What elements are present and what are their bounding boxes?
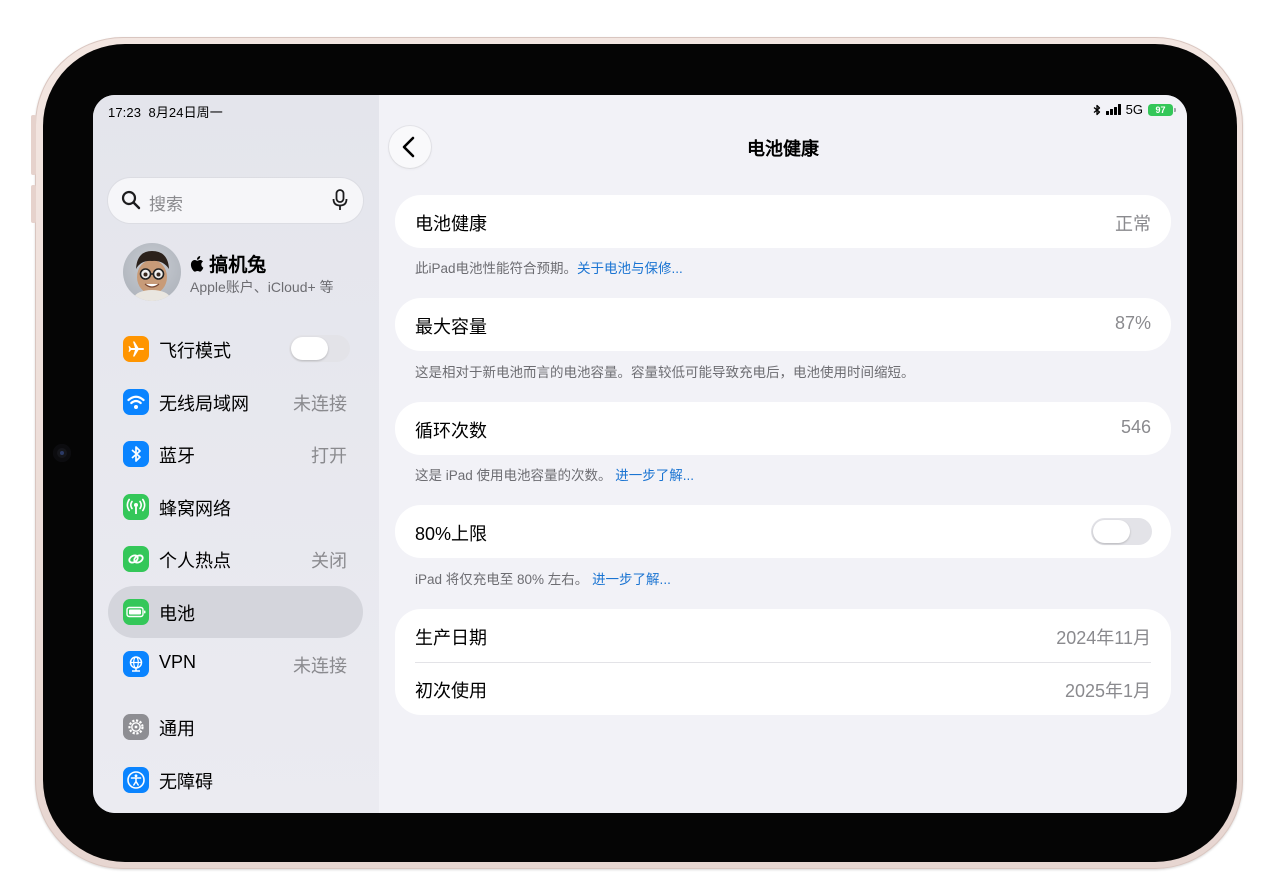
note-text: 此iPad电池性能符合预期。 [415,261,578,276]
row-label: 最大容量 [415,317,487,337]
sidebar-item-value: 未连接 [293,394,347,414]
volume-down-button [31,185,36,223]
sidebar-item-label: 无障碍 [159,772,213,792]
sidebar-item-airplane-mode[interactable]: 飞行模式 [108,323,363,375]
row-label: 初次使用 [415,681,487,701]
airplane-icon [123,336,149,362]
sidebar-item-accessibility[interactable]: 无障碍 [108,754,363,806]
screen: 17:23 8月24日周一 搜索 搞机兔 Apple账户、iCloud+ 等 飞… [93,95,1187,813]
wifi-icon [123,389,149,415]
toggle-knob [1093,520,1130,543]
cellular-icon [123,494,149,520]
signal-bars-icon [1106,104,1121,115]
front-camera [53,444,71,462]
manufacture-date-row: 生产日期 2024年11月 [395,609,1171,662]
memoji-avatar-icon [134,251,170,301]
status-date: 8月24日周一 [148,105,223,120]
learn-more-link[interactable]: 进一步了解... [592,572,671,587]
volume-up-button [31,115,36,175]
battery-dates-card: 生产日期 2024年11月 初次使用 2025年1月 [395,609,1171,715]
sidebar-item-value: 打开 [311,446,347,466]
sidebar-item-personal-hotspot[interactable]: 个人热点 关闭 [108,533,363,585]
battery-health-card: 电池健康 正常 [395,195,1171,248]
bluetooth-icon [1093,104,1101,115]
sidebar-item-general[interactable]: 通用 [108,701,363,753]
page-title: 电池健康 [747,139,819,159]
microphone-icon[interactable] [332,189,348,211]
sidebar-item-label: 个人热点 [159,551,231,571]
sidebar-item-battery[interactable]: 电池 [108,586,363,638]
row-label: 循环次数 [415,421,487,441]
sidebar-item-label: 蜂窝网络 [159,499,231,519]
battery-warranty-link[interactable]: 关于电池与保修... [577,261,683,276]
battery-health-row[interactable]: 电池健康 正常 [395,195,1171,248]
row-label: 电池健康 [415,214,487,234]
charge-limit-card: 80%上限 [395,505,1171,558]
status-time-date: 17:23 8月24日周一 [108,102,223,121]
sidebar-item-value: 关闭 [311,551,347,571]
sidebar-item-value: 未连接 [293,656,347,676]
battery-icon: 97 [1148,103,1176,116]
apple-logo-icon [190,256,204,272]
learn-more-link[interactable]: 进一步了解... [615,468,694,483]
first-use-row: 初次使用 2025年1月 [395,662,1171,715]
toggle-knob [291,337,328,360]
sidebar-item-label: 电池 [159,604,195,624]
maximum-capacity-note: 这是相对于新电池而言的电池容量。容量较低可能导致充电后，电池使用时间缩短。 [415,361,915,381]
gear-icon [123,714,149,740]
bluetooth-icon [123,441,149,467]
airplane-mode-toggle[interactable] [289,335,350,362]
note-text: 这是相对于新电池而言的电池容量。容量较低可能导致充电后，电池使用时间缩短。 [415,365,915,380]
sidebar-item-label: 蓝牙 [159,446,195,466]
sidebar-item-vpn[interactable]: VPN 未连接 [108,638,363,690]
account-name: 搞机兔 [190,250,266,277]
account-name-text: 搞机兔 [204,255,267,276]
account-subtitle: Apple账户、iCloud+ 等 [190,279,334,295]
battery-health-page: 5G 97 电池健康 电池健康 正常 此iPad电池性能符合预期。关于电池与保修… [379,95,1187,813]
sidebar-item-label: 无线局域网 [159,394,249,414]
cycle-count-card: 循环次数 546 [395,402,1171,455]
charge-limit-row: 80%上限 [395,505,1171,558]
battery-percent: 97 [1155,104,1166,115]
note-text: iPad 将仅充电至 80% 左右。 [415,572,589,587]
maximum-capacity-card: 最大容量 87% [395,298,1171,351]
sidebar-item-label: 通用 [159,719,195,739]
sidebar-item-label: 飞行模式 [159,341,231,361]
vpn-icon [123,651,149,677]
row-label: 生产日期 [415,628,487,648]
charge-limit-note: iPad 将仅充电至 80% 左右。 进一步了解... [415,568,671,588]
row-value: 正常 [1115,214,1151,234]
row-value: 87% [1114,313,1151,333]
battery-health-note: 此iPad电池性能符合预期。关于电池与保修... [415,257,683,277]
charge-limit-toggle[interactable] [1091,518,1152,545]
sidebar-item-label: VPN [159,652,197,672]
battery-icon [123,599,149,625]
sidebar-item-wifi[interactable]: 无线局域网 未连接 [108,376,363,428]
search-field[interactable]: 搜索 [108,178,363,223]
row-value: 546 [1120,417,1151,437]
cycle-count-row: 循环次数 546 [395,402,1171,455]
status-indicators: 5G 97 [1093,102,1176,117]
accessibility-icon [123,767,149,793]
row-value: 2025年1月 [1064,681,1151,701]
apple-account-row[interactable]: 搞机兔 Apple账户、iCloud+ 等 [123,243,373,303]
row-value: 2024年11月 [1056,628,1151,648]
sidebar-item-cellular[interactable]: 蜂窝网络 [108,481,363,533]
note-text: 这是 iPad 使用电池容量的次数。 [415,468,612,483]
search-icon [121,190,141,210]
hotspot-icon [123,546,149,572]
settings-sidebar: 17:23 8月24日周一 搜索 搞机兔 Apple账户、iCloud+ 等 飞… [93,95,379,813]
search-placeholder: 搜索 [149,195,183,214]
avatar [123,243,181,301]
network-type: 5G [1125,102,1143,117]
maximum-capacity-row: 最大容量 87% [395,298,1171,351]
cycle-count-note: 这是 iPad 使用电池容量的次数。 进一步了解... [415,464,694,484]
status-time: 17:23 [108,105,142,120]
row-label: 80%上限 [415,524,488,544]
sidebar-item-bluetooth[interactable]: 蓝牙 打开 [108,428,363,480]
